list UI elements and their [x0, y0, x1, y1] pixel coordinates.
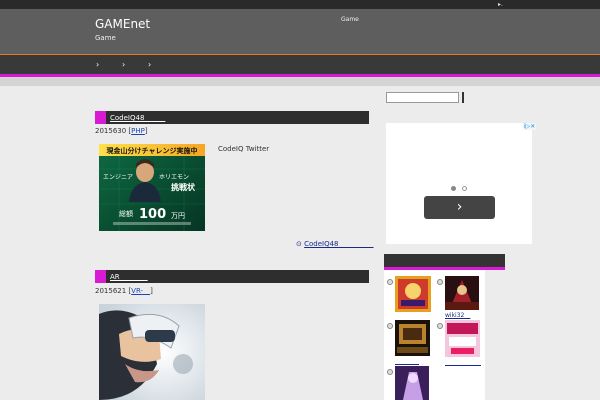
- nav-item-1[interactable]: ›: [96, 61, 99, 69]
- nav-item-3[interactable]: ›: [148, 61, 151, 69]
- read-more-icon: ⊙: [296, 240, 302, 248]
- topbar-menu-icon[interactable]: ▸.: [498, 1, 503, 8]
- game-link[interactable]: wiki32: [445, 310, 470, 319]
- search-button[interactable]: [462, 92, 464, 103]
- search-input[interactable]: [386, 92, 459, 103]
- game-thumbnail[interactable]: [445, 276, 479, 310]
- list-bullet-icon: [387, 279, 393, 285]
- site-tagline: Game: [95, 34, 116, 42]
- read-more-link[interactable]: CodeIQ48: [304, 240, 373, 248]
- game-thumbnail[interactable]: [395, 320, 430, 356]
- carousel-dot[interactable]: [462, 186, 467, 191]
- read-more: ⊙ CodeIQ48: [296, 239, 374, 249]
- vr-headset-photo: [99, 304, 205, 400]
- post-title-link[interactable]: AR: [110, 272, 148, 282]
- top-bar: [0, 0, 600, 9]
- game-link[interactable]: [445, 357, 481, 366]
- post-category-link[interactable]: PHP: [131, 127, 145, 135]
- post-thumbnail[interactable]: [99, 304, 205, 400]
- post-title-bar: CodeIQ48: [95, 111, 369, 124]
- banner-challenge-text: 挑戦状: [171, 182, 196, 192]
- list-bullet-icon: [437, 323, 443, 329]
- post-meta: 2015621 [VR- ]: [95, 286, 153, 296]
- header-link[interactable]: Game: [341, 16, 359, 23]
- game-thumbnail[interactable]: [395, 366, 429, 400]
- game-thumbnail[interactable]: [395, 276, 431, 312]
- ad-choices-icon[interactable]: i▷✕: [523, 123, 537, 130]
- post-title-bar: AR: [95, 270, 369, 283]
- main-navbar: [0, 55, 600, 77]
- banner-engineer-text: エンジニア: [103, 174, 133, 181]
- banner-headline: 現金山分けチャレンジ実施中: [107, 146, 198, 155]
- list-bullet-icon: [437, 279, 443, 285]
- banner-amount-text: 100: [139, 207, 166, 222]
- post-title-marker: [95, 111, 106, 124]
- banner-horiemon-text: ホリエモン: [159, 174, 189, 181]
- post-thumbnail[interactable]: 現金山分けチャレンジ実施中 エンジニア ホリエモン 挑戦状 総額 100 万円: [99, 144, 205, 231]
- post-meta: 2015630 [PHP]: [95, 127, 148, 135]
- game-thumbnail[interactable]: [445, 320, 480, 357]
- ad-next-button[interactable]: ›: [424, 196, 495, 219]
- post-category-link[interactable]: VR-: [131, 287, 150, 295]
- post-title-marker: [95, 270, 106, 283]
- post-category: [VR- ]: [128, 287, 153, 295]
- banner-unit-text: 万円: [171, 212, 185, 220]
- nav-item-2[interactable]: ›: [122, 61, 125, 69]
- post-date: 2015630: [95, 127, 127, 135]
- post-excerpt: CodeIQ Twitter: [218, 145, 270, 153]
- site-title[interactable]: GAMEnet: [95, 17, 150, 31]
- widget-header: [384, 254, 505, 270]
- post-title-link[interactable]: CodeIQ48: [110, 113, 165, 123]
- post-category: [PHP]: [128, 127, 148, 135]
- banner-total-text: 総額: [119, 209, 133, 218]
- game-link[interactable]: [395, 356, 419, 365]
- ad-banner[interactable]: [386, 123, 532, 244]
- content-strip: [0, 77, 600, 86]
- list-bullet-icon: [387, 369, 393, 375]
- codeiq-banner-image: 現金山分けチャレンジ実施中 エンジニア ホリエモン 挑戦状 総額 100 万円: [99, 144, 205, 231]
- post-date: 2015621: [95, 287, 127, 295]
- list-bullet-icon: [387, 323, 393, 329]
- site-header: [0, 9, 600, 55]
- carousel-dot-active[interactable]: [451, 186, 456, 191]
